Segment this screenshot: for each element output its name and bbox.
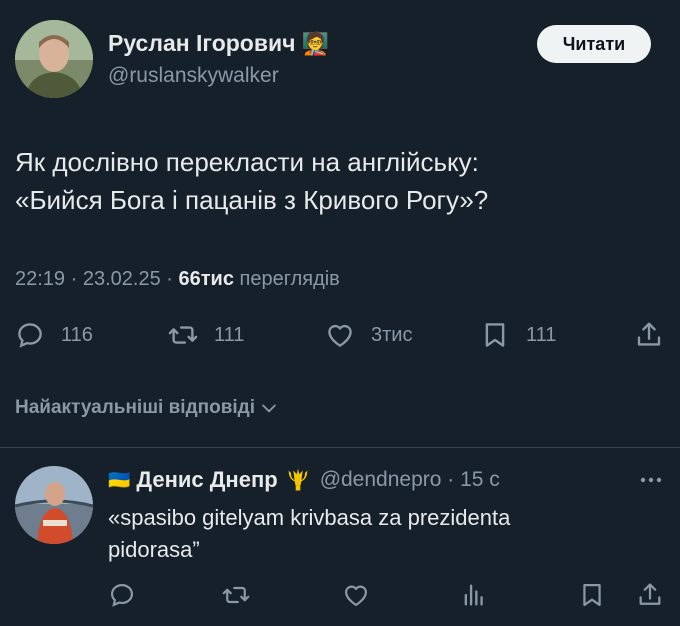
bookmark-icon (485, 323, 505, 347)
replies-sort-selector[interactable]: Найактуальніші відповіді (15, 397, 279, 419)
tweet-date[interactable]: 23.02.25 (83, 268, 161, 290)
like-count: 3тис (371, 323, 413, 346)
reply-reply-button[interactable] (108, 581, 136, 614)
chevron-down-icon (262, 404, 276, 413)
reply-text-line: pidorasa” (108, 537, 200, 562)
reply-views-button[interactable] (460, 581, 488, 614)
reply-author-name[interactable]: Денис Днепр (136, 467, 277, 493)
heart-icon (328, 324, 352, 347)
tweet-text-line: Як дослівно перекласти на англійську: (15, 147, 479, 177)
repost-icon (222, 586, 250, 604)
views-label: переглядів (239, 268, 340, 290)
heart-icon (344, 585, 368, 607)
tweet-text: Як дослівно перекласти на англійську: «Б… (15, 143, 665, 219)
author-avatar[interactable] (15, 20, 93, 98)
tweet-meta: 22:19 · 23.02.25 · 66тис переглядів (15, 268, 340, 291)
share-icon (639, 583, 661, 605)
replies-sort-label: Найактуальніші відповіді (15, 397, 256, 418)
reply-action[interactable]: 116 (15, 320, 93, 350)
analytics-icon (464, 584, 483, 606)
repost-icon (168, 326, 198, 344)
like-action[interactable]: 3тис (325, 320, 412, 350)
reply-like-button[interactable] (342, 581, 370, 614)
reply-share-button[interactable] (636, 581, 664, 614)
more-options-icon[interactable] (638, 470, 664, 495)
author-name[interactable]: Руслан Ігорович (108, 30, 295, 57)
author-handle[interactable]: @ruslanskywalker (108, 64, 279, 88)
trident-icon (288, 468, 308, 491)
reply-count: 116 (61, 323, 93, 346)
bookmark-icon (583, 583, 601, 607)
bookmark-action[interactable]: 111 (480, 320, 556, 350)
reply-author-avatar[interactable] (15, 466, 93, 544)
divider (0, 447, 680, 448)
bookmark-count: 111 (526, 323, 557, 346)
author-emoji: 🧑‍🏫 (301, 30, 329, 56)
follow-button[interactable]: Читати (537, 25, 651, 63)
share-action[interactable] (634, 320, 664, 350)
separator-dot: · (166, 268, 179, 290)
separator-dot: · (441, 468, 461, 491)
share-icon (637, 322, 661, 346)
repost-count: 111 (214, 323, 245, 346)
reply-text: «spasibo gitelyam krivbasa za prezidenta… (108, 502, 668, 566)
tweet-text-line: «Бийся Бога і пацанів з Кривого Рогу»? (15, 185, 489, 215)
reply-bookmark-button[interactable] (578, 581, 606, 614)
reply-time[interactable]: 15 с (460, 468, 500, 492)
reply-handle[interactable]: @dendnepro (320, 468, 442, 492)
repost-action[interactable]: 111 (168, 320, 244, 350)
separator-dot: · (70, 268, 83, 290)
reply-text-line: «spasibo gitelyam krivbasa za prezidenta (108, 505, 511, 530)
views-count: 66тис (178, 268, 234, 290)
ukraine-flag: 🇺🇦 (108, 469, 131, 490)
reply-repost-button[interactable] (222, 581, 250, 614)
tweet-time[interactable]: 22:19 (15, 268, 65, 290)
reply-icon (110, 583, 134, 607)
reply-icon (18, 323, 42, 348)
